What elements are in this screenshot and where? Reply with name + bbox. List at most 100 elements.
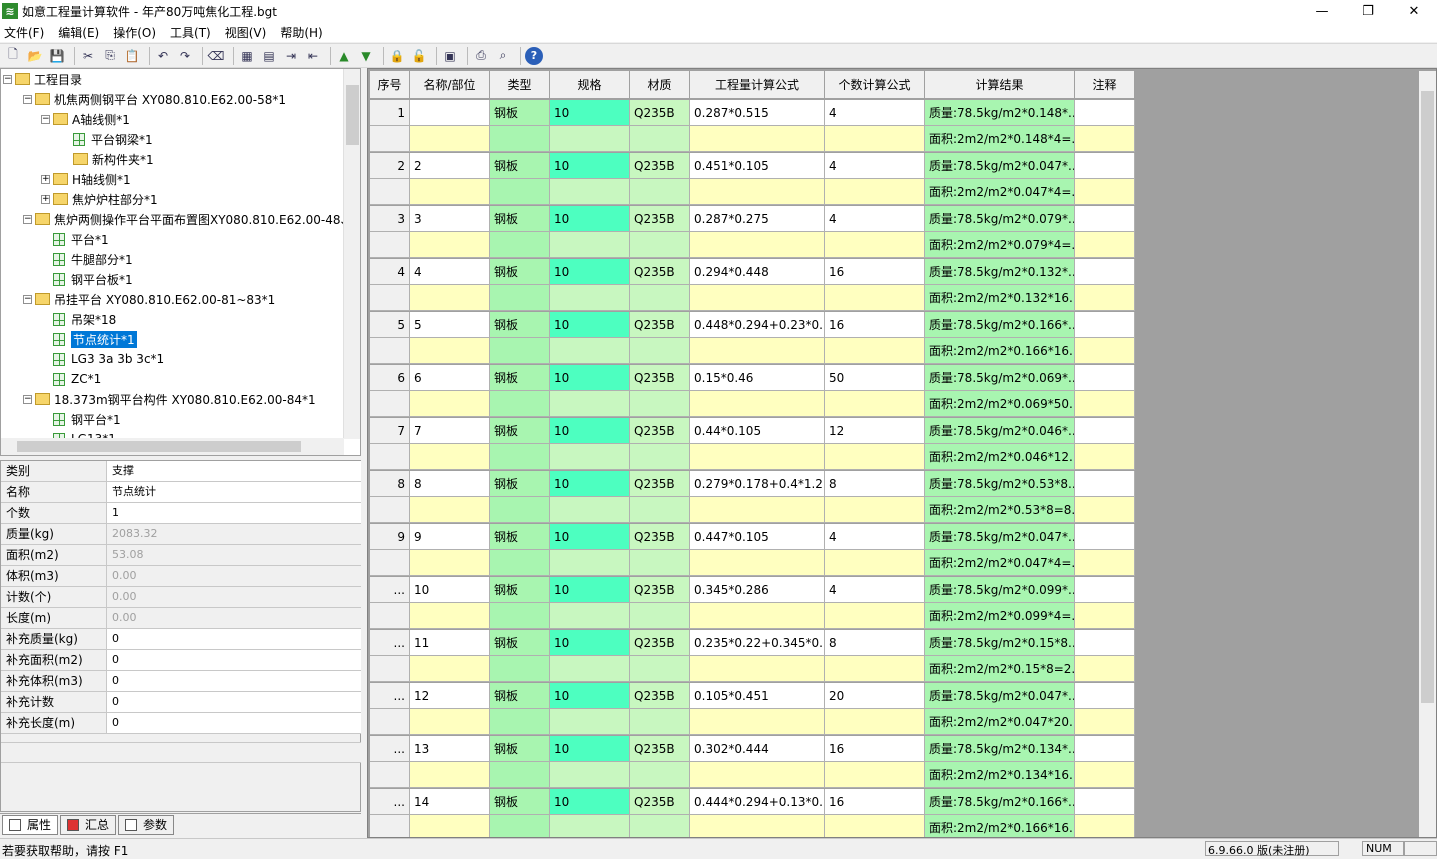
add-folder-icon[interactable]: ▦ [238, 47, 256, 65]
grid-cell[interactable] [690, 497, 825, 523]
grid-cell[interactable] [630, 179, 690, 205]
tree-toggle-icon[interactable]: + [41, 174, 50, 184]
tree-node[interactable]: + H轴线侧*1 [41, 169, 131, 189]
grid-cell[interactable]: 面积:2m2/m2*0.079*4=... [925, 232, 1075, 258]
grid-cell[interactable] [825, 603, 925, 629]
grid-cell[interactable]: 质量:78.5kg/m2*0.53*8... [925, 471, 1075, 497]
grid-cell[interactable]: 10 [550, 312, 630, 338]
grid-cell[interactable] [630, 709, 690, 735]
grid-cell[interactable]: 面积:2m2/m2*0.046*12... [925, 444, 1075, 470]
tree-node[interactable]: − 机焦两侧钢平台 XY080.810.E62.00-58*1 [23, 89, 286, 109]
grid-cell[interactable] [690, 285, 825, 311]
grid-cell[interactable]: 0.302*0.444 [690, 736, 825, 762]
tree-node[interactable]: 钢平台板*1 [41, 269, 133, 289]
grid-cell[interactable]: Q235B [630, 736, 690, 762]
grid-cell[interactable]: 10 [550, 736, 630, 762]
grid-cell[interactable] [490, 285, 550, 311]
copy-icon[interactable]: ⎘ [101, 47, 119, 65]
grid-cell[interactable] [490, 338, 550, 364]
property-value[interactable]: 0 [107, 713, 362, 733]
grid-cell[interactable]: 钢板 [490, 736, 550, 762]
grid-cell[interactable] [1075, 126, 1135, 152]
grid-cell[interactable] [1075, 285, 1135, 311]
grid-cell[interactable] [630, 815, 690, 837]
grid-cell[interactable]: 质量:78.5kg/m2*0.148*... [925, 100, 1075, 126]
grid-cell[interactable]: Q235B [630, 206, 690, 232]
menu-item[interactable]: 文件(F) [4, 24, 44, 41]
tree-node[interactable]: 新构件夹*1 [61, 149, 154, 169]
grid-cell[interactable] [550, 338, 630, 364]
grid-cell[interactable]: 16 [825, 312, 925, 338]
tree-node[interactable]: LG3 3a 3b 3c*1 [41, 349, 164, 369]
grid-cell[interactable] [690, 338, 825, 364]
grid-cell[interactable]: 钢板 [490, 577, 550, 603]
tree-node[interactable]: − 焦炉两侧操作平台平面布置图XY080.810.E62.00-48、 [23, 209, 353, 229]
grid-cell[interactable] [490, 550, 550, 576]
grid-cell[interactable] [1075, 179, 1135, 205]
grid-cell[interactable]: 10 [550, 789, 630, 815]
grid-cell[interactable]: 10 [550, 206, 630, 232]
grid-cell[interactable]: 质量:78.5kg/m2*0.134*... [925, 736, 1075, 762]
grid-cell[interactable] [630, 762, 690, 788]
tree-toggle-icon[interactable]: − [23, 94, 32, 104]
grid-cell[interactable]: 8 [825, 471, 925, 497]
grid-cell[interactable] [1075, 656, 1135, 682]
grid-cell[interactable]: 3 [410, 206, 490, 232]
grid-cell[interactable] [630, 338, 690, 364]
grid-cell[interactable] [1075, 206, 1135, 232]
grid-cell[interactable] [690, 550, 825, 576]
fullscreen-icon[interactable]: ▣ [441, 47, 459, 65]
grid-cell[interactable] [410, 815, 490, 837]
grid-cell[interactable]: 钢板 [490, 100, 550, 126]
grid-cell[interactable] [1075, 365, 1135, 391]
column-header[interactable]: 工程量计算公式 [690, 71, 825, 99]
grid-cell[interactable]: 10 [550, 365, 630, 391]
grid-cell[interactable]: 0.345*0.286 [690, 577, 825, 603]
grid-cell[interactable]: 质量:78.5kg/m2*0.046*... [925, 418, 1075, 444]
grid-cell[interactable]: 面积:2m2/m2*0.099*4=... [925, 603, 1075, 629]
tree-toggle-icon[interactable]: − [3, 74, 12, 84]
grid-cell[interactable]: 钢板 [490, 312, 550, 338]
grid-cell[interactable]: 钢板 [490, 418, 550, 444]
help-icon[interactable]: ? [525, 46, 543, 65]
grid-cell[interactable]: 面积:2m2/m2*0.148*4=... [925, 126, 1075, 152]
menu-item[interactable]: 编辑(E) [58, 24, 99, 41]
grid-cell[interactable] [1075, 550, 1135, 576]
grid-cell[interactable] [550, 550, 630, 576]
grid-cell[interactable]: 面积:2m2/m2*0.166*16... [925, 815, 1075, 837]
grid-cell[interactable]: 10 [550, 100, 630, 126]
grid-cell[interactable] [1075, 153, 1135, 179]
grid-cell[interactable] [490, 762, 550, 788]
property-value[interactable]: 节点统计 [107, 482, 362, 502]
grid-cell[interactable] [550, 444, 630, 470]
erase-icon[interactable]: ⌫ [207, 47, 225, 65]
grid-cell[interactable] [490, 497, 550, 523]
grid-cell[interactable]: 10 [550, 418, 630, 444]
grid-cell[interactable]: 钢板 [490, 683, 550, 709]
grid-cell[interactable] [1075, 391, 1135, 417]
grid-cell[interactable]: 10 [550, 577, 630, 603]
grid-cell[interactable]: 面积:2m2/m2*0.166*16... [925, 338, 1075, 364]
grid-cell[interactable]: 4 [410, 259, 490, 285]
grid-cell[interactable]: 钢板 [490, 471, 550, 497]
grid-cell[interactable] [1075, 100, 1135, 126]
grid-cell[interactable]: 质量:78.5kg/m2*0.166*... [925, 312, 1075, 338]
grid-vertical-scrollbar[interactable] [1419, 71, 1436, 837]
grid-cell[interactable] [1075, 444, 1135, 470]
grid-cell[interactable]: 质量:78.5kg/m2*0.099*... [925, 577, 1075, 603]
save-icon[interactable]: 💾 [48, 47, 66, 65]
grid-cell[interactable] [630, 285, 690, 311]
grid-cell[interactable]: 面积:2m2/m2*0.15*8=2... [925, 656, 1075, 682]
grid-cell[interactable]: Q235B [630, 365, 690, 391]
column-header[interactable]: 规格 [550, 71, 630, 99]
grid-cell[interactable] [825, 497, 925, 523]
grid-cell[interactable]: 0.448*0.294+0.23*0.... [690, 312, 825, 338]
undo-icon[interactable]: ↶ [154, 47, 172, 65]
grid-cell[interactable]: 14 [410, 789, 490, 815]
grid-cell[interactable] [690, 709, 825, 735]
grid-cell[interactable]: Q235B [630, 577, 690, 603]
grid-cell[interactable]: 1 [410, 100, 490, 126]
minimize-button[interactable]: — [1299, 0, 1345, 22]
menu-item[interactable]: 视图(V) [225, 24, 267, 41]
grid-cell[interactable] [825, 709, 925, 735]
